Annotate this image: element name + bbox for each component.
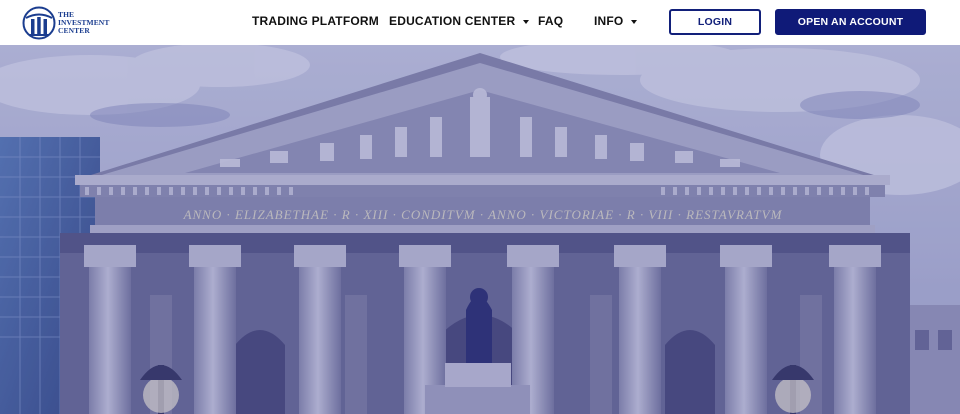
hero-banner: ANNO · ELIZABETHAE · R · XIII · CONDITVM…	[0, 45, 960, 414]
site-logo[interactable]: THE INVESTMENT CENTER	[22, 5, 132, 41]
chevron-down-icon	[523, 19, 530, 24]
nav-trading-platform[interactable]: TRADING PLATFORM	[252, 14, 379, 28]
login-button-label: LOGIN	[697, 16, 733, 28]
logo-line-3: CENTER	[58, 26, 90, 35]
logo-icon	[22, 6, 56, 40]
login-button[interactable]: LOGIN	[669, 9, 761, 35]
nav-faq-label: FAQ	[538, 14, 564, 28]
nav-info[interactable]: INFO	[594, 14, 638, 28]
chevron-down-icon	[631, 19, 638, 24]
hero-image: ANNO · ELIZABETHAE · R · XIII · CONDITVM…	[0, 45, 960, 414]
nav-info-label: INFO	[594, 14, 624, 28]
nav-education-center[interactable]: EDUCATION CENTER	[389, 14, 530, 28]
nav-trading-platform-label: TRADING PLATFORM	[252, 14, 379, 28]
site-header: THE INVESTMENT CENTER TRADING PLATFORM E…	[0, 0, 960, 45]
nav-education-center-label: EDUCATION CENTER	[389, 14, 516, 28]
open-account-button-label: OPEN AN ACCOUNT	[797, 16, 904, 28]
open-account-button[interactable]: OPEN AN ACCOUNT	[775, 9, 926, 35]
logo-wordmark: THE INVESTMENT CENTER	[58, 11, 109, 35]
nav-faq[interactable]: FAQ	[538, 14, 563, 28]
